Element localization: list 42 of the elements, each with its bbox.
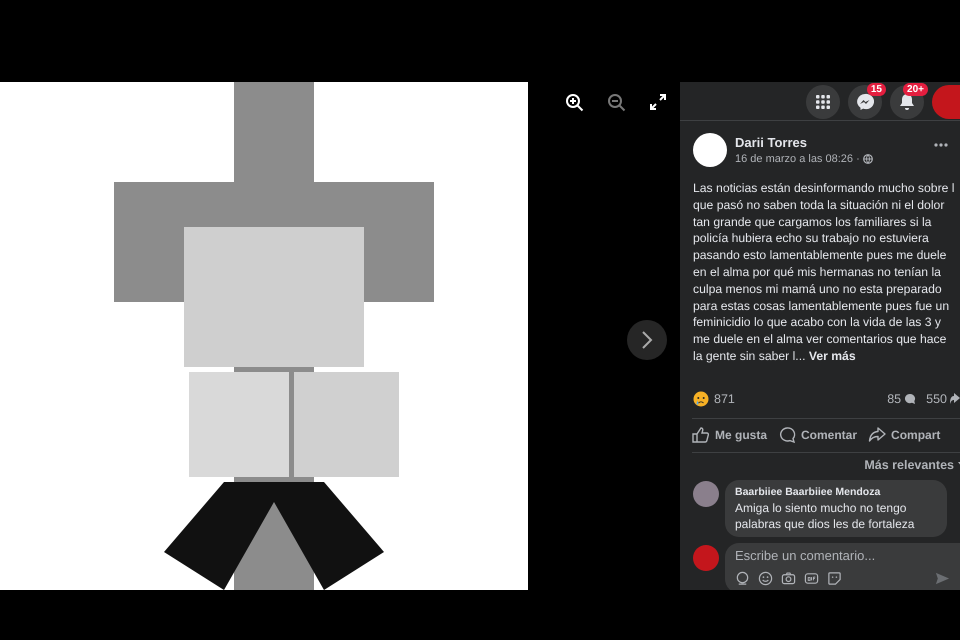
avatar-sticker-icon[interactable] — [735, 570, 750, 586]
bell-icon — [899, 93, 915, 111]
speech-bubble-icon — [778, 426, 796, 444]
chevron-right-icon — [640, 330, 654, 350]
user-avatar[interactable] — [693, 544, 719, 571]
comment-text: Amiga lo siento mucho no tengo palabras que dios les de fortaleza — [735, 500, 916, 532]
like-button[interactable]: Me gusta — [692, 426, 768, 444]
emoji-icon[interactable] — [758, 570, 773, 586]
sort-comments-label[interactable]: Más relevantes — [864, 458, 954, 472]
share-arrow-icon — [868, 426, 886, 444]
zoom-in-icon[interactable] — [564, 92, 584, 112]
commenter-name[interactable]: Baarbiiee Baarbiiee Mendoza — [735, 486, 937, 498]
notification-badge: 20+ — [903, 83, 928, 96]
globe-icon — [862, 154, 873, 164]
share-arrow-icon — [950, 392, 960, 405]
reaction-count[interactable]: 871 — [714, 392, 735, 406]
comment-field[interactable]: Escribe un comentario... — [725, 542, 960, 590]
camera-icon[interactable] — [781, 570, 796, 586]
author-avatar[interactable] — [693, 133, 727, 167]
next-photo-button[interactable] — [627, 320, 667, 360]
see-more-link[interactable]: Ver más — [808, 348, 856, 363]
grid-menu-icon — [815, 94, 831, 110]
menu-button[interactable] — [806, 85, 840, 119]
share-count[interactable]: 550 — [926, 392, 947, 406]
notification-badge: 15 — [866, 83, 886, 96]
comment-input[interactable]: Escribe un comentario... — [735, 542, 935, 569]
comment-bubble-icon — [904, 392, 916, 405]
gif-icon[interactable] — [804, 570, 819, 586]
messenger-icon — [856, 93, 874, 111]
author-name[interactable]: Darii Torres — [735, 135, 873, 150]
fullscreen-icon[interactable] — [648, 92, 668, 112]
sticker-icon[interactable] — [827, 570, 842, 586]
commenter-avatar[interactable] — [693, 480, 719, 507]
post-text: Las noticias están desinformando mucho sobre l que pasó no saben toda la situación ni el dolor tan grande que cargamos los familiares si la policía hubiera echo su trabajo no estuviera pasando esto lamentablemente pues me duele en el alma por qué mis hermanas no tenían la culpa menos mi mamá uno no esta preparado para estas cosas lamentablemente pues fue un feminicidio lo que acabo con la vida de las 3 y me duele en el alma ver comentarios que hace la gente sin saber l... Ver más — [692, 180, 955, 365]
more-options-icon[interactable] — [934, 143, 948, 147]
share-button[interactable]: Compart — [868, 426, 940, 444]
comment-count[interactable]: 85 — [887, 392, 902, 406]
post-time[interactable]: 16 de marzo a las 08:26 · — [735, 153, 860, 165]
profile-avatar[interactable] — [932, 85, 960, 119]
comment-button[interactable]: Comentar — [778, 426, 858, 444]
thumbs-up-icon — [692, 426, 710, 444]
sad-reaction-icon — [693, 390, 709, 407]
